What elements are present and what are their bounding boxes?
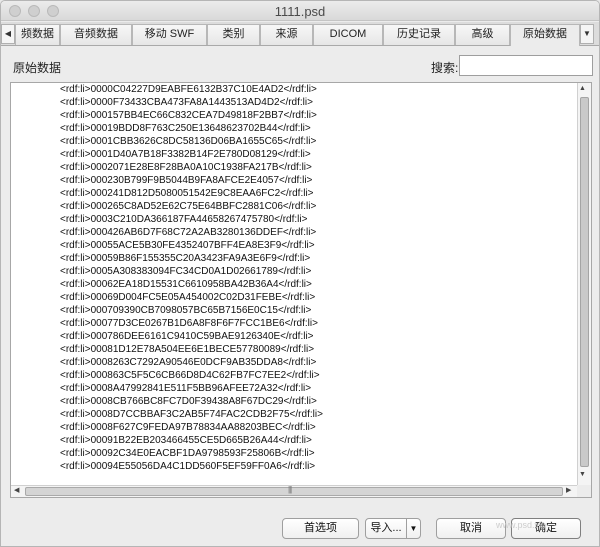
raw-data-line: <rdf:li>00092C34E0EACBF1DA9798593F25806B… xyxy=(60,448,315,459)
file-info-dialog: 1111.psd ◀ 频数据 音频数据 移动 SWF 类别 来源 DICOM 历… xyxy=(0,0,600,547)
search-input[interactable] xyxy=(459,55,593,76)
horizontal-scroll-thumb[interactable]: ||| xyxy=(25,485,563,496)
raw-data-line: <rdf:li>0008F627C9FEDA97B78834AA88203BEC… xyxy=(60,422,316,433)
scroll-left-icon[interactable]: ◀ xyxy=(14,486,19,494)
raw-data-line: <rdf:li>000157BB4EC66C832CEA7D49818F2BB7… xyxy=(60,110,317,121)
tab-raw-data[interactable]: 原始数据 xyxy=(510,24,580,46)
raw-data-line: <rdf:li>0008CB766BC8FC7D0F39438A8F67DC29… xyxy=(60,396,317,407)
scroll-up-icon[interactable]: ▲ xyxy=(579,85,586,92)
raw-data-line: <rdf:li>0003C210DA366187FA44658267475780… xyxy=(60,214,308,225)
raw-data-line: <rdf:li>000241D812D5080051542E9C8EAA6FC2… xyxy=(60,188,314,199)
preferences-button[interactable]: 首选项 xyxy=(282,518,359,539)
raw-data-line: <rdf:li>00055ACE5B30FE4352407BFF4EA8E3F9… xyxy=(60,240,315,251)
scroll-right-icon[interactable]: ▶ xyxy=(566,486,571,494)
raw-data-line: <rdf:li>00077D3CE0267B1D6A8F8F6F7FCC1BE6… xyxy=(60,318,318,329)
raw-data-line: <rdf:li>00091B22EB203466455CE5D665B26A44… xyxy=(60,435,312,446)
raw-data-line: <rdf:li>000265C8AD52E62C75E64BBFC2881C06… xyxy=(60,201,317,212)
scroll-corner xyxy=(577,485,591,497)
raw-data-line: <rdf:li>000709390CB7098057BC65B7156E0C15… xyxy=(60,305,312,316)
raw-data-line: <rdf:li>00094E55056DA4C1DD560F5EF59FF0A6… xyxy=(60,461,316,472)
raw-data-line: <rdf:li>0000C04227D9EABFE6132B37C10E4AD2… xyxy=(60,84,317,95)
tab-mobile-swf[interactable]: 移动 SWF xyxy=(132,24,207,45)
raw-data-line: <rdf:li>00019BDD8F763C250E13648623702B44… xyxy=(60,123,311,134)
tab-history[interactable]: 历史记录 xyxy=(383,24,455,45)
scroll-down-icon[interactable]: ▼ xyxy=(579,471,586,478)
tab-audio-data[interactable]: 音频数据 xyxy=(60,24,132,45)
vertical-scroll-thumb[interactable] xyxy=(580,97,589,467)
raw-data-line: <rdf:li>00069D004FC5E05A454002C02D31FEBE… xyxy=(60,292,316,303)
raw-data-line: <rdf:li>000863C5F5C6CB66D8D4C62FB7FC7EE2… xyxy=(60,370,320,381)
window-title: 1111.psd xyxy=(274,4,326,19)
raw-data-line: <rdf:li>000786DEE6161C9410C59BAE9126340E… xyxy=(60,331,314,342)
tab-dicom[interactable]: DICOM xyxy=(313,24,383,45)
watermark: www.psd.vip xyxy=(496,520,547,530)
tab-overflow-dropdown-icon[interactable]: ▼ xyxy=(580,24,594,44)
section-title: 原始数据 xyxy=(13,61,62,75)
search-label: 搜索: xyxy=(431,61,459,75)
raw-data-line: <rdf:li>0001CBB3626C8DC58136D06BA1655C65… xyxy=(60,136,317,147)
tab-categories[interactable]: 类别 xyxy=(207,24,260,45)
raw-data-text[interactable]: <rdf:li>0000C04227D9EABFE6132B37C10E4AD2… xyxy=(11,83,577,485)
raw-data-line: <rdf:li>00081D12E78A504EE6E1BECE57780089… xyxy=(60,344,315,355)
raw-data-line: <rdf:li>0001D40A7B18F3382B14F2E780D08129… xyxy=(60,149,311,160)
import-button[interactable]: 导入... xyxy=(365,518,407,539)
raw-data-view: <rdf:li>0000C04227D9EABFE6132B37C10E4AD2… xyxy=(10,82,592,498)
tab-advanced[interactable]: 高级 xyxy=(455,24,510,45)
raw-data-line: <rdf:li>000426AB6D7F68C72A2AB3280136DDEF… xyxy=(60,227,317,238)
horizontal-scrollbar[interactable]: ◀ ||| ▶ xyxy=(11,485,577,497)
import-dropdown-icon[interactable]: ▼ xyxy=(406,518,421,539)
raw-data-line: <rdf:li>0000F73433CBA473FA8A1443513AD4D2… xyxy=(60,97,313,108)
raw-data-line: <rdf:li>0008A47992841E511F5BB96AFEE72A32… xyxy=(60,383,312,394)
raw-data-line: <rdf:li>0005A308383094FC34CD0A1D02661789… xyxy=(60,266,312,277)
scroll-grip-icon: ||| xyxy=(288,485,292,494)
vertical-scrollbar[interactable]: ▲ ▼ xyxy=(577,83,591,485)
raw-data-line: <rdf:li>0008D7CCBBAF3C2AB5F74FAC2CDB2F75… xyxy=(60,409,323,420)
tab-origin[interactable]: 来源 xyxy=(260,24,313,45)
tab-scroll-left-icon[interactable]: ◀ xyxy=(1,24,15,44)
raw-data-line: <rdf:li>00062EA18D15531C6610958BA42B36A4… xyxy=(60,279,312,290)
tab-video-data[interactable]: 频数据 xyxy=(15,24,60,45)
raw-data-line: <rdf:li>000230B799F9B5044B9FA8AFCE2E4057… xyxy=(60,175,313,186)
raw-data-line: <rdf:li>00059B86F155355C20A3423FA9A3E6F9… xyxy=(60,253,311,264)
raw-data-line: <rdf:li>0008263C7292A90546E0DCF9AB35DDA8… xyxy=(60,357,317,368)
title-bar[interactable]: 1111.psd xyxy=(1,1,599,21)
raw-data-line: <rdf:li>0002071E28E8F28BA0A10C1938FA217B… xyxy=(60,162,312,173)
tab-bar: ◀ 频数据 音频数据 移动 SWF 类别 来源 DICOM 历史记录 高级 原始… xyxy=(1,22,599,46)
